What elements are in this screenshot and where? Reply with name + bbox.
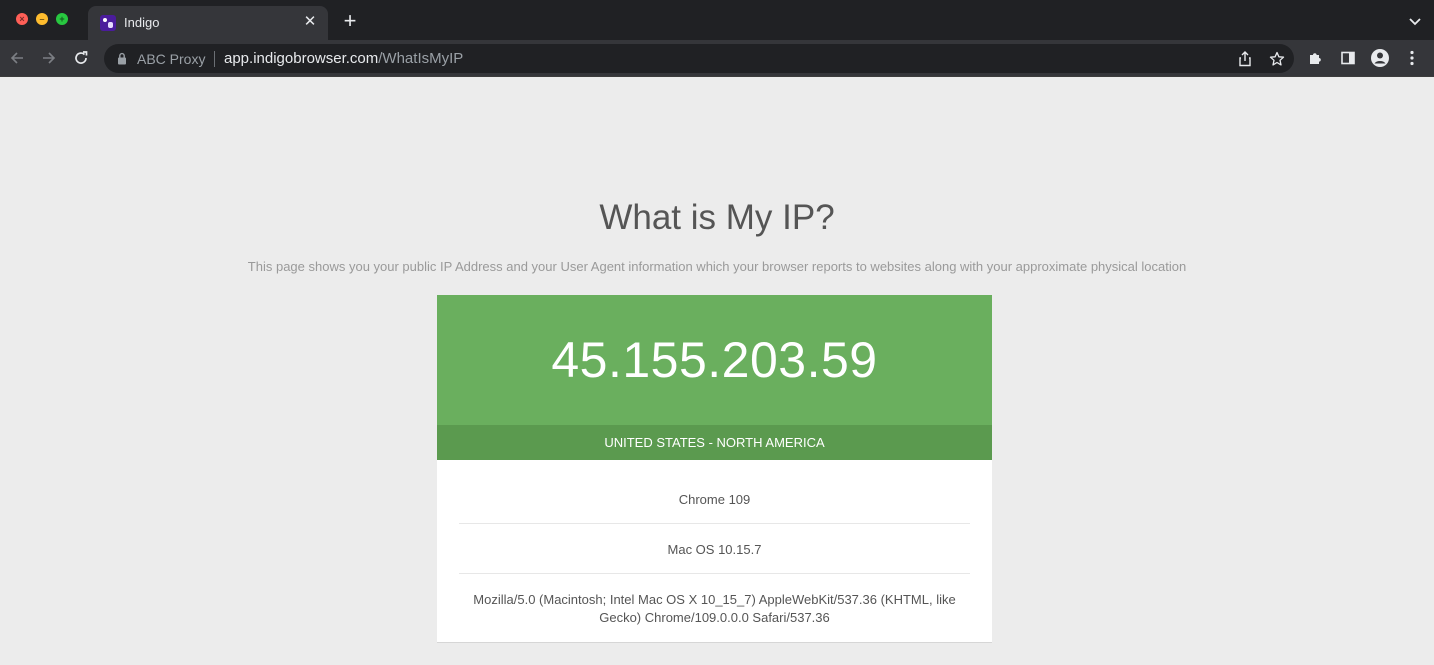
share-icon[interactable] xyxy=(1236,50,1254,68)
minimize-window-icon[interactable]: – xyxy=(36,13,48,25)
tab-strip: × – + Indigo ✕ + xyxy=(0,0,1434,40)
active-tab[interactable]: Indigo ✕ xyxy=(88,6,328,40)
address-bar[interactable]: ABC Proxy app.indigobrowser.com/WhatIsMy… xyxy=(104,44,1294,73)
browser-toolbar: ABC Proxy app.indigobrowser.com/WhatIsMy… xyxy=(0,40,1434,77)
side-panel-icon[interactable] xyxy=(1338,48,1358,68)
tab-close-icon[interactable]: ✕ xyxy=(300,12,320,32)
back-arrow-icon[interactable] xyxy=(6,47,28,69)
profile-icon[interactable] xyxy=(1370,48,1390,68)
url-text[interactable]: app.indigobrowser.com/WhatIsMyIP xyxy=(224,50,463,67)
tab-title: Indigo xyxy=(124,15,160,30)
operating-system: Mac OS 10.15.7 xyxy=(459,524,970,574)
tab-search-icon[interactable] xyxy=(1408,14,1422,28)
address-separator xyxy=(214,51,215,67)
lock-icon[interactable] xyxy=(116,52,128,65)
page-content: What is My IP? This page shows you your … xyxy=(0,78,1434,665)
page-subtitle: This page shows you your public IP Addre… xyxy=(247,259,1187,274)
ip-address: 45.155.203.59 xyxy=(551,332,878,388)
bookmark-star-icon[interactable] xyxy=(1268,50,1286,68)
ip-card: 45.155.203.59 UNITED STATES - NORTH AMER… xyxy=(437,295,992,643)
close-window-icon[interactable]: × xyxy=(16,13,28,25)
menu-kebab-icon[interactable] xyxy=(1402,48,1422,68)
extensions-puzzle-icon[interactable] xyxy=(1306,48,1326,68)
details-list: Chrome 109 Mac OS 10.15.7 Mozilla/5.0 (M… xyxy=(437,460,992,643)
indigo-favicon-icon xyxy=(100,15,116,31)
proxy-label: ABC Proxy xyxy=(137,51,206,67)
reload-icon[interactable] xyxy=(70,47,92,69)
new-tab-icon[interactable]: + xyxy=(340,10,360,34)
page-title: What is My IP? xyxy=(599,198,835,237)
url-path: /WhatIsMyIP xyxy=(378,50,464,67)
forward-arrow-icon[interactable] xyxy=(38,47,60,69)
browser-name: Chrome 109 xyxy=(459,460,970,524)
ip-address-box: 45.155.203.59 xyxy=(437,295,992,425)
region-bar: UNITED STATES - NORTH AMERICA xyxy=(437,425,992,460)
url-host: app.indigobrowser.com xyxy=(224,50,379,67)
maximize-window-icon[interactable]: + xyxy=(56,13,68,25)
user-agent: Mozilla/5.0 (Macintosh; Intel Mac OS X 1… xyxy=(473,592,956,625)
